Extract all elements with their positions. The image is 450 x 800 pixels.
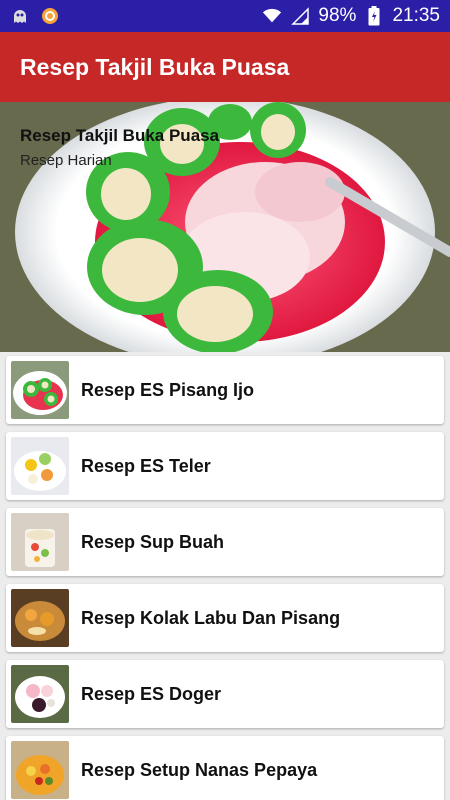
- recipe-title: Resep Setup Nanas Pepaya: [81, 759, 318, 780]
- list-item[interactable]: Resep ES Doger: [6, 660, 444, 728]
- hero-subtitle: Resep Harian: [20, 152, 112, 169]
- recipe-title: Resep ES Pisang Ijo: [81, 379, 255, 400]
- status-time: 21:35: [392, 5, 440, 26]
- ghost-icon: [10, 6, 30, 26]
- list-item[interactable]: Resep ES Teler: [6, 432, 444, 500]
- list-item[interactable]: Resep Setup Nanas Pepaya: [6, 736, 444, 800]
- recipe-thumbnail: [11, 741, 69, 799]
- recipe-title: Resep ES Teler: [81, 455, 211, 476]
- wifi-icon: [262, 6, 282, 26]
- recipe-thumbnail: [11, 361, 69, 419]
- recipe-title: Resep Sup Buah: [81, 531, 225, 552]
- recipe-thumbnail: [11, 513, 69, 571]
- recipe-thumbnail: [11, 665, 69, 723]
- signal-icon: [290, 6, 310, 26]
- hero-title: Resep Takjil Buka Puasa: [20, 126, 220, 145]
- recipe-list: Resep ES Pisang Ijo Resep ES Teler Resep…: [6, 356, 444, 800]
- recipe-thumbnail: [11, 589, 69, 647]
- list-item[interactable]: Resep ES Pisang Ijo: [6, 356, 444, 424]
- app-bar: Resep Takjil Buka Puasa: [0, 32, 450, 102]
- list-item[interactable]: Resep Sup Buah: [6, 508, 444, 576]
- status-bar: 98% 21:35: [0, 0, 450, 32]
- battery-icon: [364, 6, 384, 26]
- battery-percent: 98%: [318, 5, 357, 26]
- recipe-title: Resep ES Doger: [81, 683, 222, 704]
- app-title: Resep Takjil Buka Puasa: [20, 53, 290, 80]
- recipe-thumbnail: [11, 437, 69, 495]
- list-item[interactable]: Resep Kolak Labu Dan Pisang: [6, 584, 444, 652]
- app-notification-icon: [40, 6, 60, 26]
- recipe-title: Resep Kolak Labu Dan Pisang: [81, 607, 341, 628]
- hero-banner: Resep Takjil Buka Puasa Resep Harian: [0, 102, 450, 352]
